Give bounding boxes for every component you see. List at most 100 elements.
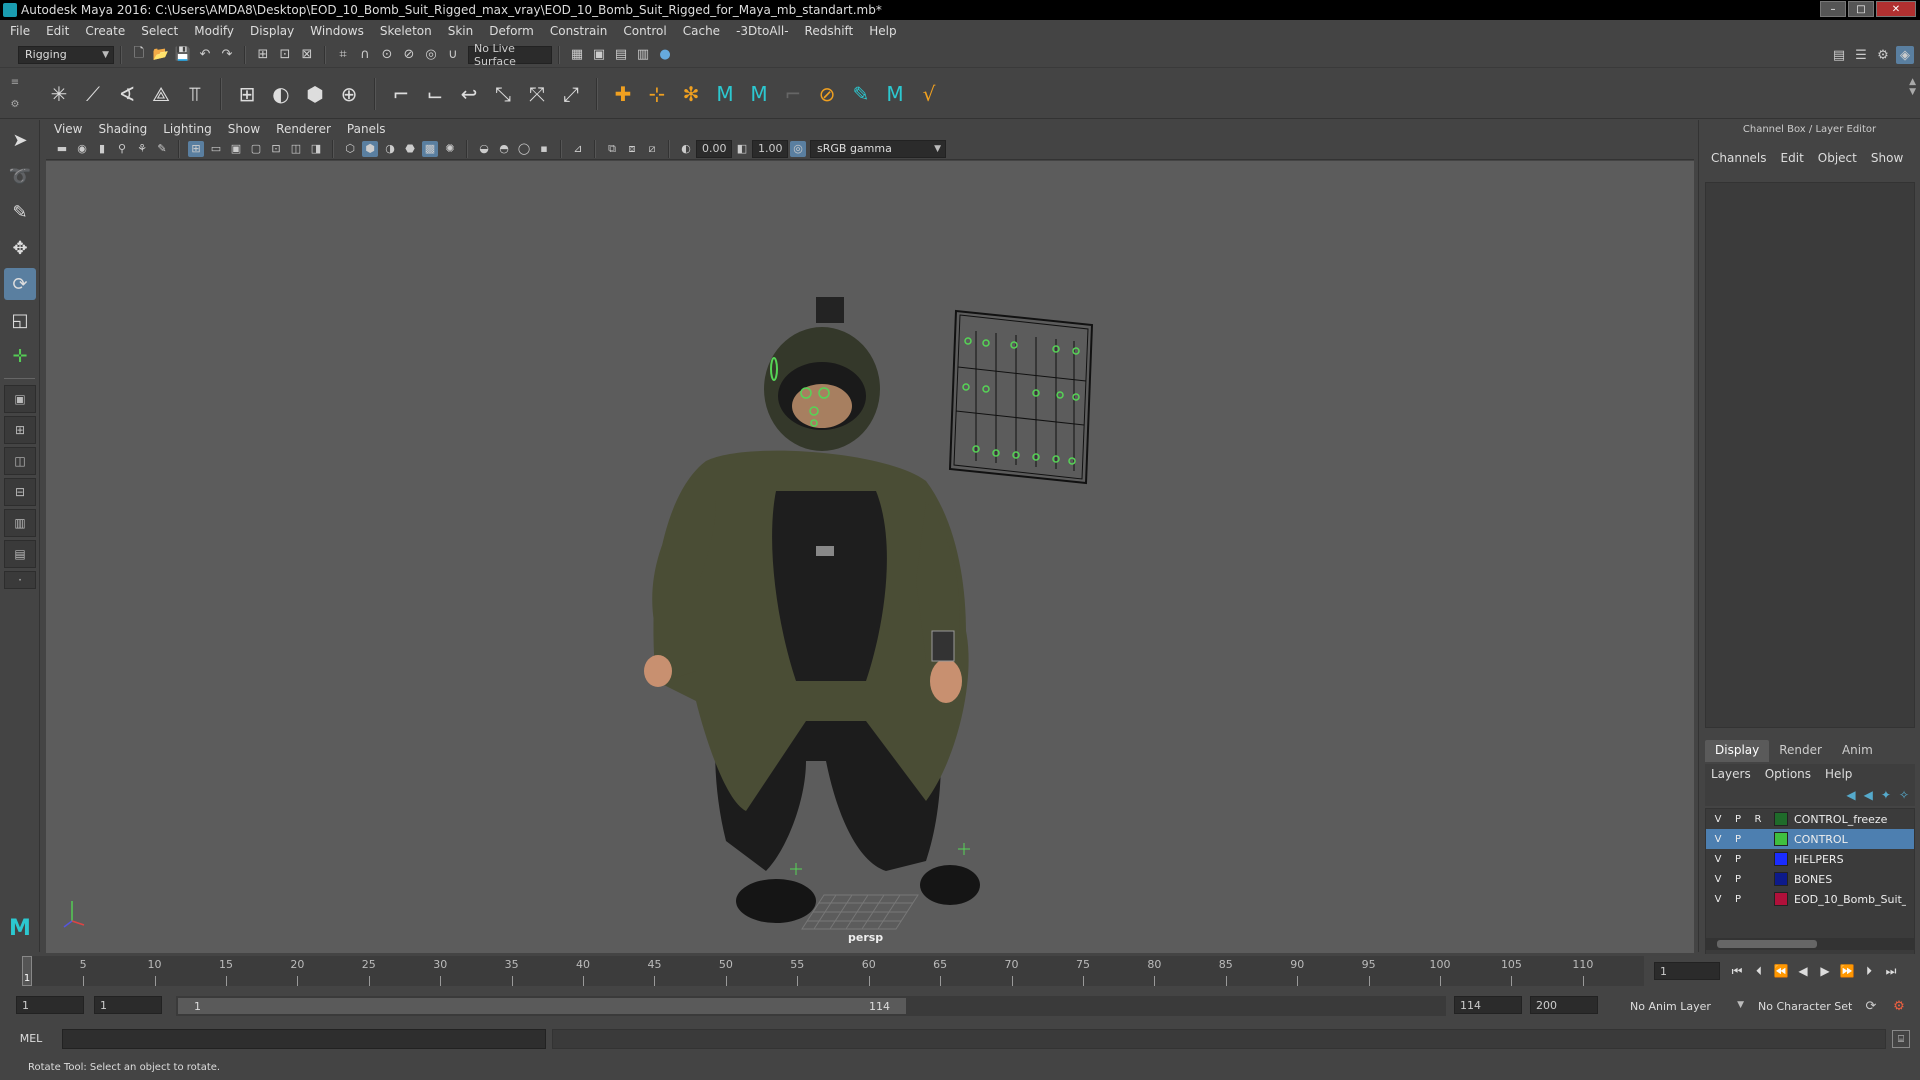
anti-aliasing-icon[interactable]: ▪: [536, 141, 552, 157]
bomb-suit-character[interactable]: [644, 297, 980, 923]
render-view-icon[interactable]: ▥: [634, 46, 652, 64]
menu-create[interactable]: Create: [85, 24, 125, 38]
xray-icon[interactable]: ⧉: [604, 141, 620, 157]
menu-constrain[interactable]: Constrain: [550, 24, 608, 38]
locator-icon[interactable]: ✚: [609, 80, 637, 108]
gamma-field[interactable]: 1.00: [752, 139, 788, 158]
step-forward-key-icon[interactable]: ⏩: [1838, 962, 1856, 980]
scroll-up-icon[interactable]: ▲: [1909, 77, 1916, 87]
layer-color-swatch[interactable]: [1774, 832, 1788, 846]
shelf-scroll[interactable]: ▲ ▼: [1909, 77, 1916, 97]
snap-curve-icon[interactable]: ∩: [356, 46, 374, 64]
step-back-key-icon[interactable]: ⏪: [1772, 962, 1790, 980]
render-settings-icon[interactable]: ▦: [568, 46, 586, 64]
layers-menu[interactable]: Layers: [1711, 767, 1751, 781]
menu-help[interactable]: Help: [869, 24, 896, 38]
menu-file[interactable]: File: [10, 24, 30, 38]
layer-visible-toggle[interactable]: V: [1710, 831, 1726, 847]
menu-select[interactable]: Select: [141, 24, 178, 38]
maya-script-3-icon[interactable]: M: [881, 80, 909, 108]
render-frame-icon[interactable]: ▣: [590, 46, 608, 64]
playback-start-field[interactable]: 1: [94, 996, 162, 1014]
cluster-icon[interactable]: ⊕: [335, 80, 363, 108]
pole-vector-icon[interactable]: ⤢: [557, 80, 585, 108]
menu-redshift[interactable]: Redshift: [805, 24, 854, 38]
menu-control[interactable]: Control: [623, 24, 666, 38]
manipulator-icon[interactable]: ✛: [4, 340, 36, 372]
tab-anim[interactable]: Anim: [1832, 740, 1883, 762]
channel-box-toggle-icon[interactable]: ◈: [1896, 46, 1914, 64]
paint-tool-icon[interactable]: ✎: [847, 80, 875, 108]
shadows-icon[interactable]: ◒: [476, 141, 492, 157]
animation-end-field[interactable]: 200: [1530, 996, 1598, 1014]
panel-menu-renderer[interactable]: Renderer: [276, 122, 331, 136]
go-to-start-icon[interactable]: ⏮: [1728, 962, 1746, 980]
minimize-button[interactable]: –: [1820, 1, 1846, 17]
select-object-icon[interactable]: ⊡: [276, 46, 294, 64]
empty-slot-icon[interactable]: ⌐: [779, 80, 807, 108]
modeling-toolkit-icon[interactable]: ▤: [1830, 46, 1848, 64]
layer-row[interactable]: V P HELPERS: [1706, 849, 1914, 869]
xray-joints-icon[interactable]: ⧈: [624, 141, 640, 157]
snap-grid-icon[interactable]: ⌗: [334, 46, 352, 64]
maya-script-1-icon[interactable]: M: [711, 80, 739, 108]
gate-mask-icon[interactable]: ▢: [248, 141, 264, 157]
layer-playback-toggle[interactable]: P: [1730, 831, 1746, 847]
tab-display[interactable]: Display: [1705, 740, 1770, 762]
object-menu[interactable]: Object: [1818, 151, 1857, 165]
isolate-select-icon[interactable]: ⊿: [570, 141, 586, 157]
layer-color-swatch[interactable]: [1774, 852, 1788, 866]
side-by-side-layout-icon[interactable]: ◫: [4, 447, 36, 475]
grid-toggle-icon[interactable]: ⊞: [188, 140, 204, 157]
camera-select-icon[interactable]: ▬: [54, 141, 70, 157]
orient-constraint-icon[interactable]: ↩: [455, 80, 483, 108]
use-default-material-icon[interactable]: ◑: [382, 141, 398, 157]
menu-modify[interactable]: Modify: [194, 24, 234, 38]
move-layer-down-icon[interactable]: ◀: [1864, 788, 1873, 802]
color-space-dropdown[interactable]: sRGB gamma ▼: [810, 139, 946, 158]
menu-deform[interactable]: Deform: [489, 24, 534, 38]
film-gate-icon[interactable]: ▭: [208, 141, 224, 157]
image-plane-icon[interactable]: ⚲: [114, 141, 130, 157]
layer-row[interactable]: V P R CONTROL_freeze: [1706, 809, 1914, 829]
maximize-button[interactable]: □: [1848, 1, 1874, 17]
go-to-end-icon[interactable]: ⏭: [1882, 962, 1900, 980]
wireframe-on-shaded-icon[interactable]: ⬣: [402, 141, 418, 157]
shelf-gear-icon[interactable]: ⚙: [11, 99, 20, 110]
grease-pencil-icon[interactable]: ✎: [154, 141, 170, 157]
menu-display[interactable]: Display: [250, 24, 294, 38]
ik-fk-switch-icon[interactable]: ⊹: [643, 80, 671, 108]
xray-components-icon[interactable]: ⧄: [644, 141, 660, 157]
blend-shape-icon[interactable]: ⊘: [813, 80, 841, 108]
bind-skin-icon[interactable]: ⊞: [233, 80, 261, 108]
smooth-shade-icon[interactable]: ⬢: [362, 140, 378, 157]
hik-icon[interactable]: ✻: [677, 80, 705, 108]
channel-list[interactable]: [1705, 182, 1915, 728]
live-surface-field[interactable]: No Live Surface: [468, 42, 552, 68]
panel-menu-lighting[interactable]: Lighting: [163, 122, 212, 136]
command-language-label[interactable]: MEL: [0, 1032, 62, 1045]
check-tool-icon[interactable]: √: [915, 80, 943, 108]
layer-display-type-toggle[interactable]: R: [1750, 811, 1766, 827]
resolution-gate-icon[interactable]: ▣: [228, 141, 244, 157]
menu-cache[interactable]: Cache: [683, 24, 720, 38]
paint-weights-icon[interactable]: ◐: [267, 80, 295, 108]
layer-list-scrollbar[interactable]: [1705, 938, 1915, 950]
menuset-dropdown[interactable]: Rigging ▼: [18, 45, 114, 64]
current-time-indicator[interactable]: 1: [22, 956, 32, 986]
ambient-occlusion-icon[interactable]: ◓: [496, 141, 512, 157]
play-forwards-icon[interactable]: ▶: [1816, 962, 1834, 980]
layer-row[interactable]: V P BONES: [1706, 869, 1914, 889]
snap-point-icon[interactable]: ⊙: [378, 46, 396, 64]
ipr-render-icon[interactable]: ▤: [612, 46, 630, 64]
select-hierarchy-icon[interactable]: ⊞: [254, 46, 272, 64]
ik-handle-icon[interactable]: ⟋: [79, 80, 107, 108]
new-layer-selected-icon[interactable]: ✧: [1899, 788, 1909, 802]
save-scene-icon[interactable]: 💾: [174, 46, 192, 64]
four-pane-layout-icon[interactable]: ⊞: [4, 416, 36, 444]
layer-playback-toggle[interactable]: P: [1730, 871, 1746, 887]
menu-skin[interactable]: Skin: [448, 24, 474, 38]
animation-prefs-icon[interactable]: ⚙: [1890, 997, 1908, 1015]
maya-script-2-icon[interactable]: M: [745, 80, 773, 108]
play-backwards-icon[interactable]: ◀: [1794, 962, 1812, 980]
